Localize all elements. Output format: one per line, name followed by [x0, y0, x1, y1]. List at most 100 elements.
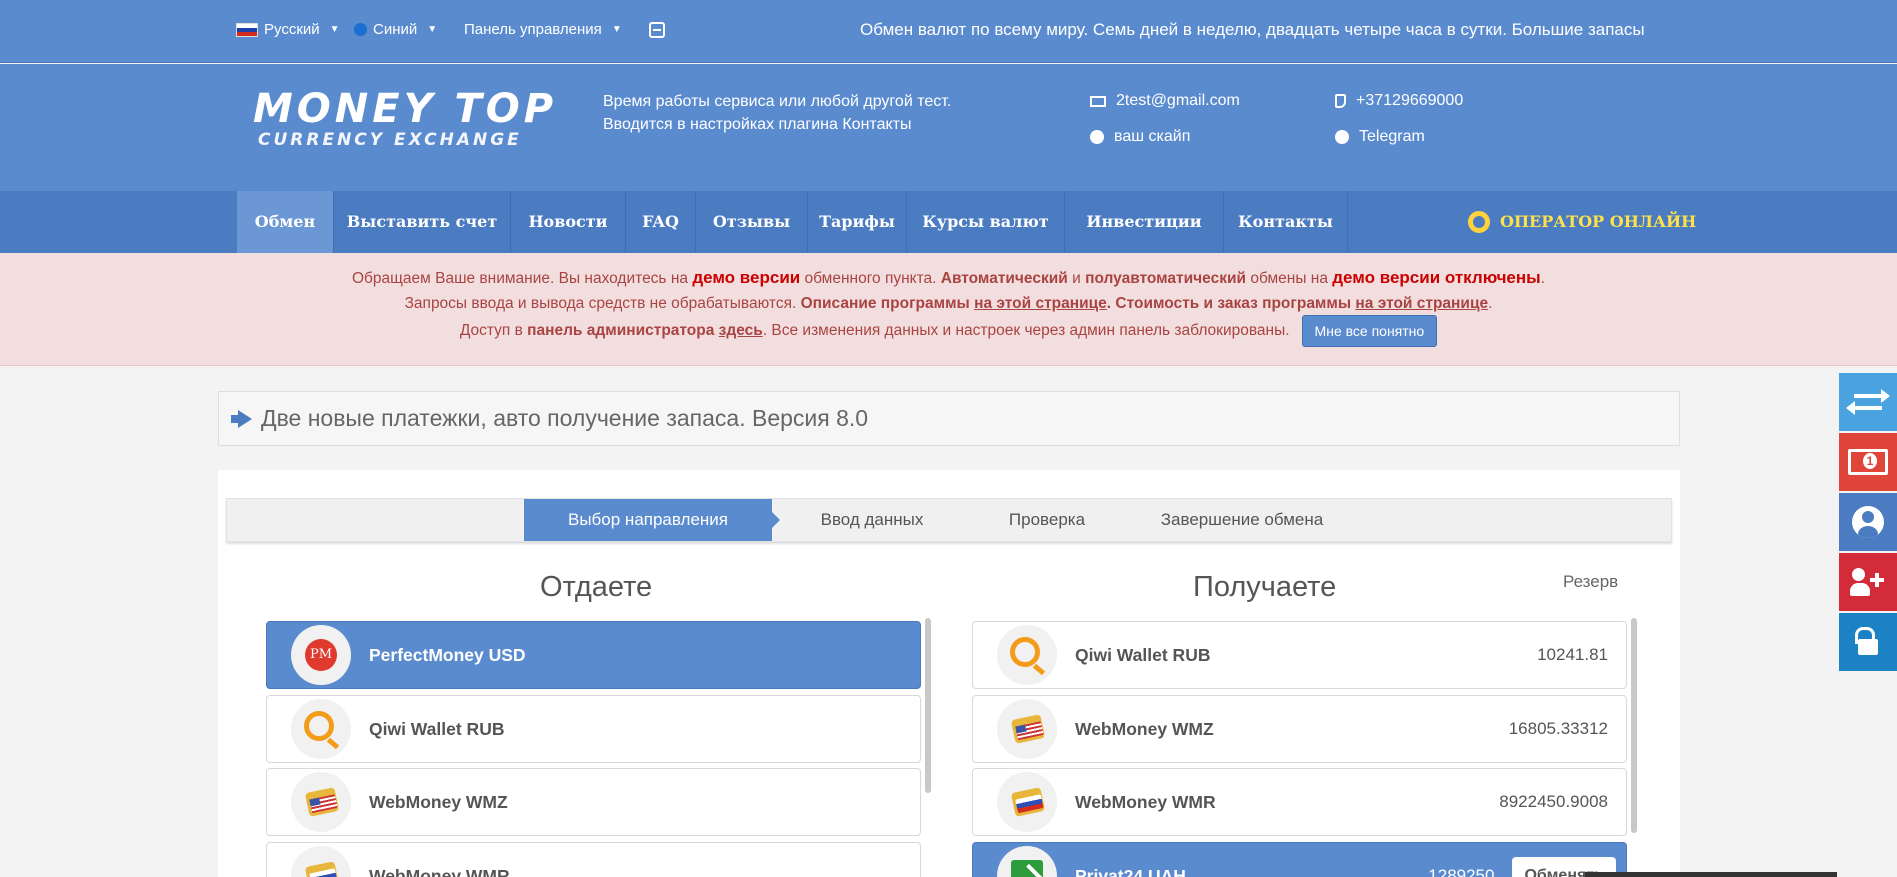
- nav-item-tariffs[interactable]: Тарифы: [808, 191, 907, 253]
- side-register-button[interactable]: [1839, 553, 1897, 611]
- get-item[interactable]: Privat24 UAH 1289250 Обменять: [972, 842, 1627, 877]
- nav-item-rates[interactable]: Курсы валют: [907, 191, 1065, 253]
- step-input[interactable]: Ввод данных: [787, 499, 957, 541]
- notice-demo: демо версии: [692, 268, 801, 287]
- give-item-name: PerfectMoney USD: [369, 644, 526, 665]
- nav-item-investments[interactable]: Инвестиции: [1065, 191, 1224, 253]
- notice-description: Описание программы: [800, 295, 970, 312]
- give-scrollbar[interactable]: [925, 618, 931, 793]
- lifebuoy-icon: [1468, 211, 1490, 233]
- nav-item-news[interactable]: Новости: [511, 191, 626, 253]
- give-item[interactable]: WebMoney WMR: [266, 842, 921, 877]
- theme-selector[interactable]: Синий ▼: [354, 21, 437, 38]
- envelope-icon: [1090, 95, 1106, 107]
- notice-text: Обращаем Ваше внимание. Вы находитесь на: [351, 270, 693, 287]
- control-panel-menu[interactable]: Панель управления ▼: [464, 21, 622, 38]
- pm-logo: PM: [305, 639, 337, 671]
- nav-item-invoice[interactable]: Выставить счет: [334, 191, 511, 253]
- worktime-info: Время работы сервиса или любой другой те…: [603, 90, 951, 136]
- header: MONEY TOP CURRENCY EXCHANGE Время работы…: [0, 64, 1897, 191]
- notice-price: . Стоимость и заказ программы: [1106, 295, 1352, 312]
- get-item-name: Qiwi Wallet RUB: [1075, 644, 1211, 665]
- logo-title[interactable]: MONEY TOP: [253, 86, 557, 132]
- notice-text: обмены на: [1246, 270, 1333, 287]
- language-selector[interactable]: Русский ▼: [236, 21, 340, 38]
- give-item[interactable]: Qiwi Wallet RUB: [266, 695, 921, 763]
- notice-link[interactable]: на этой странице: [1355, 295, 1488, 312]
- skype-contact[interactable]: ваш скайп: [1090, 128, 1190, 146]
- unlock-icon: [1858, 639, 1878, 655]
- get-item[interactable]: WebMoney WMR 8922450.9008: [972, 768, 1627, 836]
- wallet-usd-icon: [291, 772, 351, 832]
- give-item[interactable]: PM PerfectMoney USD: [266, 621, 921, 689]
- understood-button[interactable]: Мне все понятно: [1301, 315, 1438, 347]
- logo-subtitle: CURRENCY EXCHANGE: [258, 130, 522, 150]
- side-money-button[interactable]: [1839, 433, 1897, 491]
- notice-semiauto: полуавтоматический: [1085, 270, 1247, 287]
- get-item-name: WebMoney WMR: [1075, 791, 1216, 812]
- control-panel-label: Панель управления: [464, 21, 602, 38]
- tagline: Обмен валют по всему миру. Семь дней в н…: [860, 20, 1645, 39]
- notice-link[interactable]: на этой странице: [974, 295, 1107, 312]
- step-direction[interactable]: Выбор направления: [524, 499, 780, 541]
- side-account-button[interactable]: [1839, 493, 1897, 551]
- notice-text: Запросы ввода и вывода средств не обраба…: [404, 295, 801, 312]
- get-scrollbar[interactable]: [1631, 618, 1637, 833]
- megaphone-icon: [231, 410, 253, 428]
- collapse-icon[interactable]: [649, 22, 665, 38]
- top-bar: Русский ▼ Синий ▼ Панель управления ▼ Об…: [0, 0, 1897, 63]
- language-label: Русский: [264, 21, 320, 38]
- get-item[interactable]: Qiwi Wallet RUB 10241.81: [972, 621, 1627, 689]
- main-nav: Обмен Выставить счет Новости FAQ Отзывы …: [0, 191, 1897, 253]
- get-item-reserve: 8922450.9008: [1499, 792, 1608, 811]
- caret-down-icon: ▼: [329, 24, 340, 35]
- notice-auto: Автоматический: [940, 270, 1068, 287]
- caret-down-icon: ▼: [427, 24, 438, 35]
- email-contact[interactable]: 2test@gmail.com: [1090, 92, 1240, 110]
- news-bar: Две новые платежки, авто получение запас…: [218, 391, 1680, 446]
- worktime-line1: Время работы сервиса или любой другой те…: [603, 93, 952, 110]
- wallet-rub-icon: [291, 846, 351, 877]
- operator-label: ОПЕРАТОР ОНЛАЙН: [1500, 212, 1697, 231]
- news-text[interactable]: Две новые платежки, авто получение запас…: [261, 392, 868, 445]
- get-item-reserve: 10241.81: [1537, 645, 1608, 664]
- telegram-contact[interactable]: Telegram: [1335, 128, 1425, 146]
- exchange-card: Выбор направления Ввод данных Проверка З…: [218, 470, 1680, 877]
- phone-icon: [1335, 94, 1346, 108]
- get-item-name: WebMoney WMZ: [1075, 718, 1214, 739]
- telegram-icon: [1335, 130, 1349, 144]
- notice-line-2: Запросы ввода и вывода средств не обраба…: [0, 295, 1897, 313]
- get-item[interactable]: WebMoney WMZ 16805.33312: [972, 695, 1627, 763]
- qiwi-icon: [291, 699, 351, 759]
- operator-online[interactable]: ОПЕРАТОР ОНЛАЙН: [1468, 191, 1696, 253]
- bottom-overlay-bar: [1585, 872, 1837, 877]
- notice-text: обменного пункта.: [800, 270, 941, 287]
- step-finish[interactable]: Завершение обмена: [1132, 499, 1352, 541]
- qiwi-icon: [997, 625, 1057, 685]
- notice-line-1: Обращаем Ваше внимание. Вы находитесь на…: [0, 268, 1897, 288]
- step-check[interactable]: Проверка: [982, 499, 1112, 541]
- privat-icon: [997, 846, 1057, 877]
- wallet-usd-icon: [997, 699, 1057, 759]
- notice-disabled: демо версии отключены: [1332, 268, 1541, 287]
- give-item-name: WebMoney WMZ: [369, 791, 508, 812]
- nav-item-faq[interactable]: FAQ: [626, 191, 696, 253]
- give-item[interactable]: WebMoney WMZ: [266, 768, 921, 836]
- notice-admin-link[interactable]: здесь: [719, 322, 763, 339]
- give-item-name: WebMoney WMR: [369, 865, 510, 877]
- notice-text: . Все изменения данных и настроек через …: [762, 322, 1290, 340]
- get-title: Получаете: [1193, 571, 1337, 603]
- exchange-arrows-icon: [1846, 388, 1890, 416]
- wallet-rub-icon: [997, 772, 1057, 832]
- give-item-name: Qiwi Wallet RUB: [369, 718, 505, 739]
- nav-item-exchange[interactable]: Обмен: [237, 191, 334, 253]
- theme-label: Синий: [373, 21, 418, 38]
- phone-contact[interactable]: +37129669000: [1335, 92, 1463, 110]
- color-dot-icon: [354, 23, 367, 36]
- nav-item-contacts[interactable]: Контакты: [1224, 191, 1348, 253]
- notice-line-3: Доступ в панель администратора здесь. Вс…: [0, 315, 1897, 347]
- side-login-button[interactable]: [1839, 613, 1897, 671]
- side-exchange-button[interactable]: [1839, 373, 1897, 431]
- nav-item-reviews[interactable]: Отзывы: [696, 191, 808, 253]
- give-title: Отдаете: [540, 571, 653, 603]
